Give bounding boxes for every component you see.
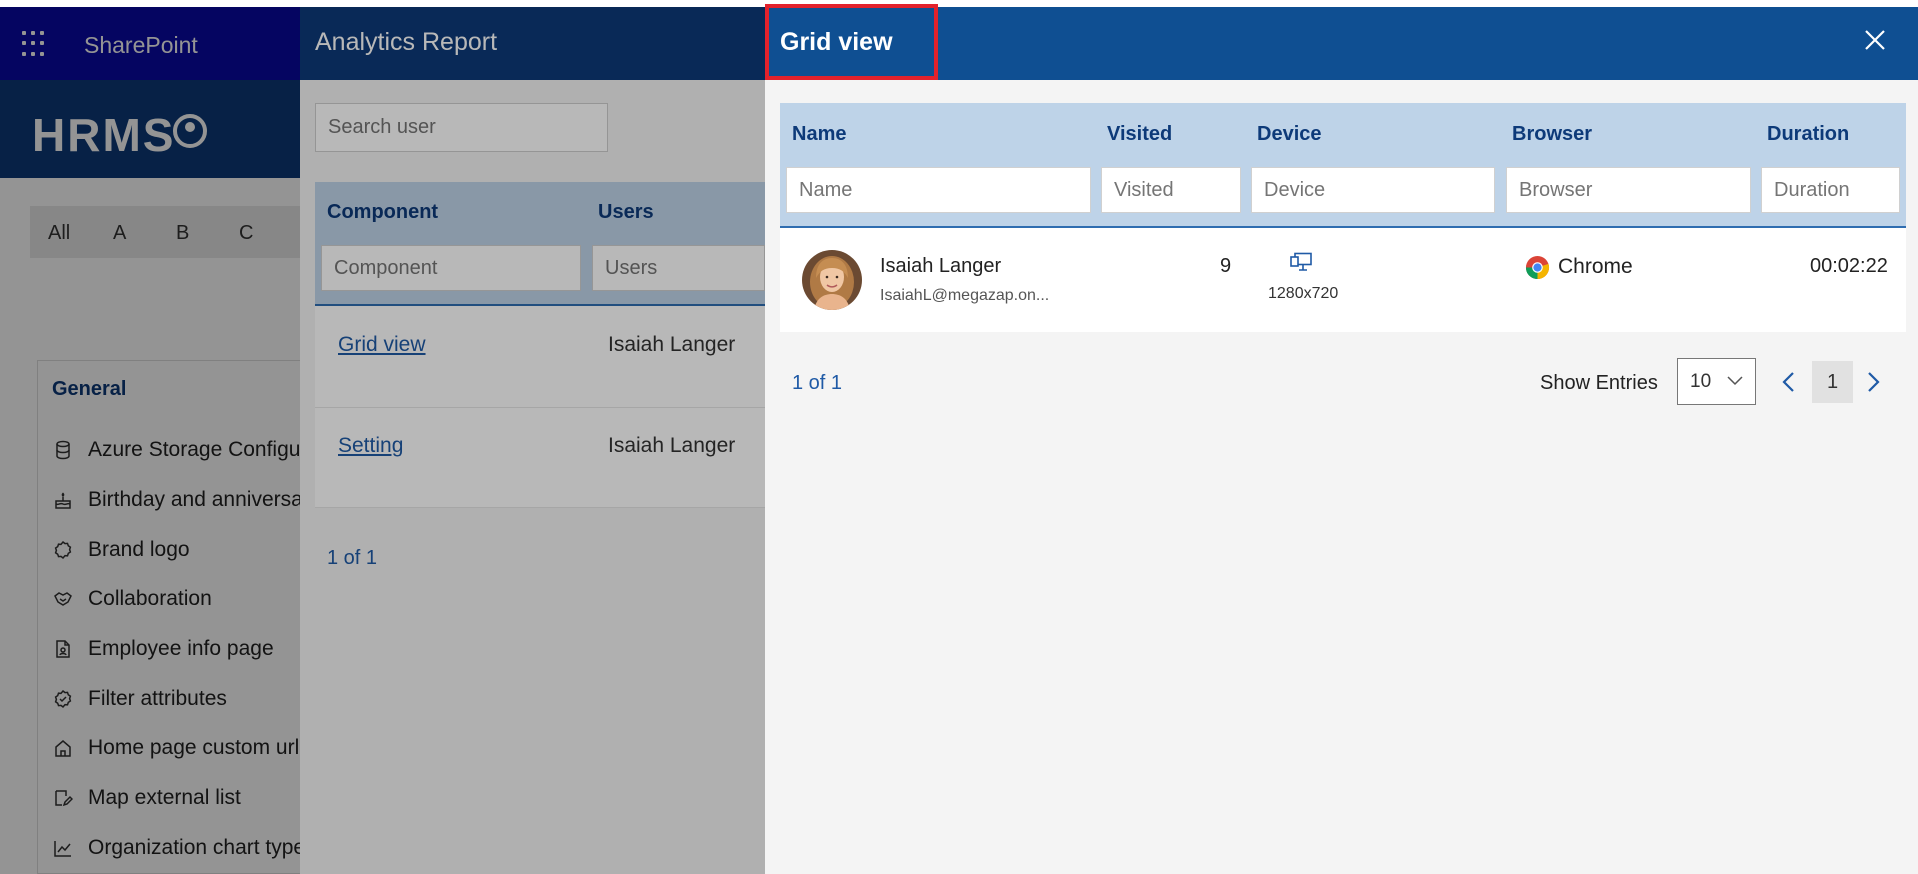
close-icon[interactable] [1860, 25, 1890, 55]
duration-filter-input[interactable] [1761, 167, 1900, 213]
user-name: Isaiah Langer [880, 255, 1002, 277]
entries-dropdown[interactable]: 10 [1677, 358, 1756, 405]
page-number-button[interactable]: 1 [1812, 361, 1853, 403]
title-highlight-box [765, 4, 938, 80]
chevron-left-icon[interactable] [1778, 370, 1800, 394]
browser-filter-input[interactable] [1506, 167, 1751, 213]
entries-selected-value: 10 [1690, 371, 1712, 392]
chrome-icon [1525, 255, 1550, 280]
chevron-right-icon[interactable] [1862, 370, 1884, 394]
chevron-down-icon [1727, 376, 1743, 386]
browser-name: Chrome [1558, 255, 1633, 278]
panel-overlay [300, 7, 765, 874]
grid-view-pagination: 1 of 1 [792, 372, 843, 394]
show-entries-label: Show Entries [1540, 372, 1658, 394]
device-filter-input[interactable] [1251, 167, 1495, 213]
column-header-device[interactable]: Device [1257, 123, 1322, 146]
visited-count: 9 [1220, 255, 1232, 277]
visit-duration: 00:02:22 [1810, 255, 1888, 277]
column-header-name[interactable]: Name [792, 123, 846, 146]
avatar [802, 250, 862, 310]
column-header-duration[interactable]: Duration [1767, 123, 1849, 146]
column-header-browser[interactable]: Browser [1512, 123, 1592, 146]
name-filter-input[interactable] [786, 167, 1091, 213]
desktop-device-icon [1290, 252, 1312, 271]
visited-filter-input[interactable] [1101, 167, 1241, 213]
column-header-visited[interactable]: Visited [1107, 123, 1172, 146]
device-resolution: 1280x720 [1268, 285, 1339, 302]
user-email: IsaiahL@megazap.on... [880, 287, 1050, 304]
